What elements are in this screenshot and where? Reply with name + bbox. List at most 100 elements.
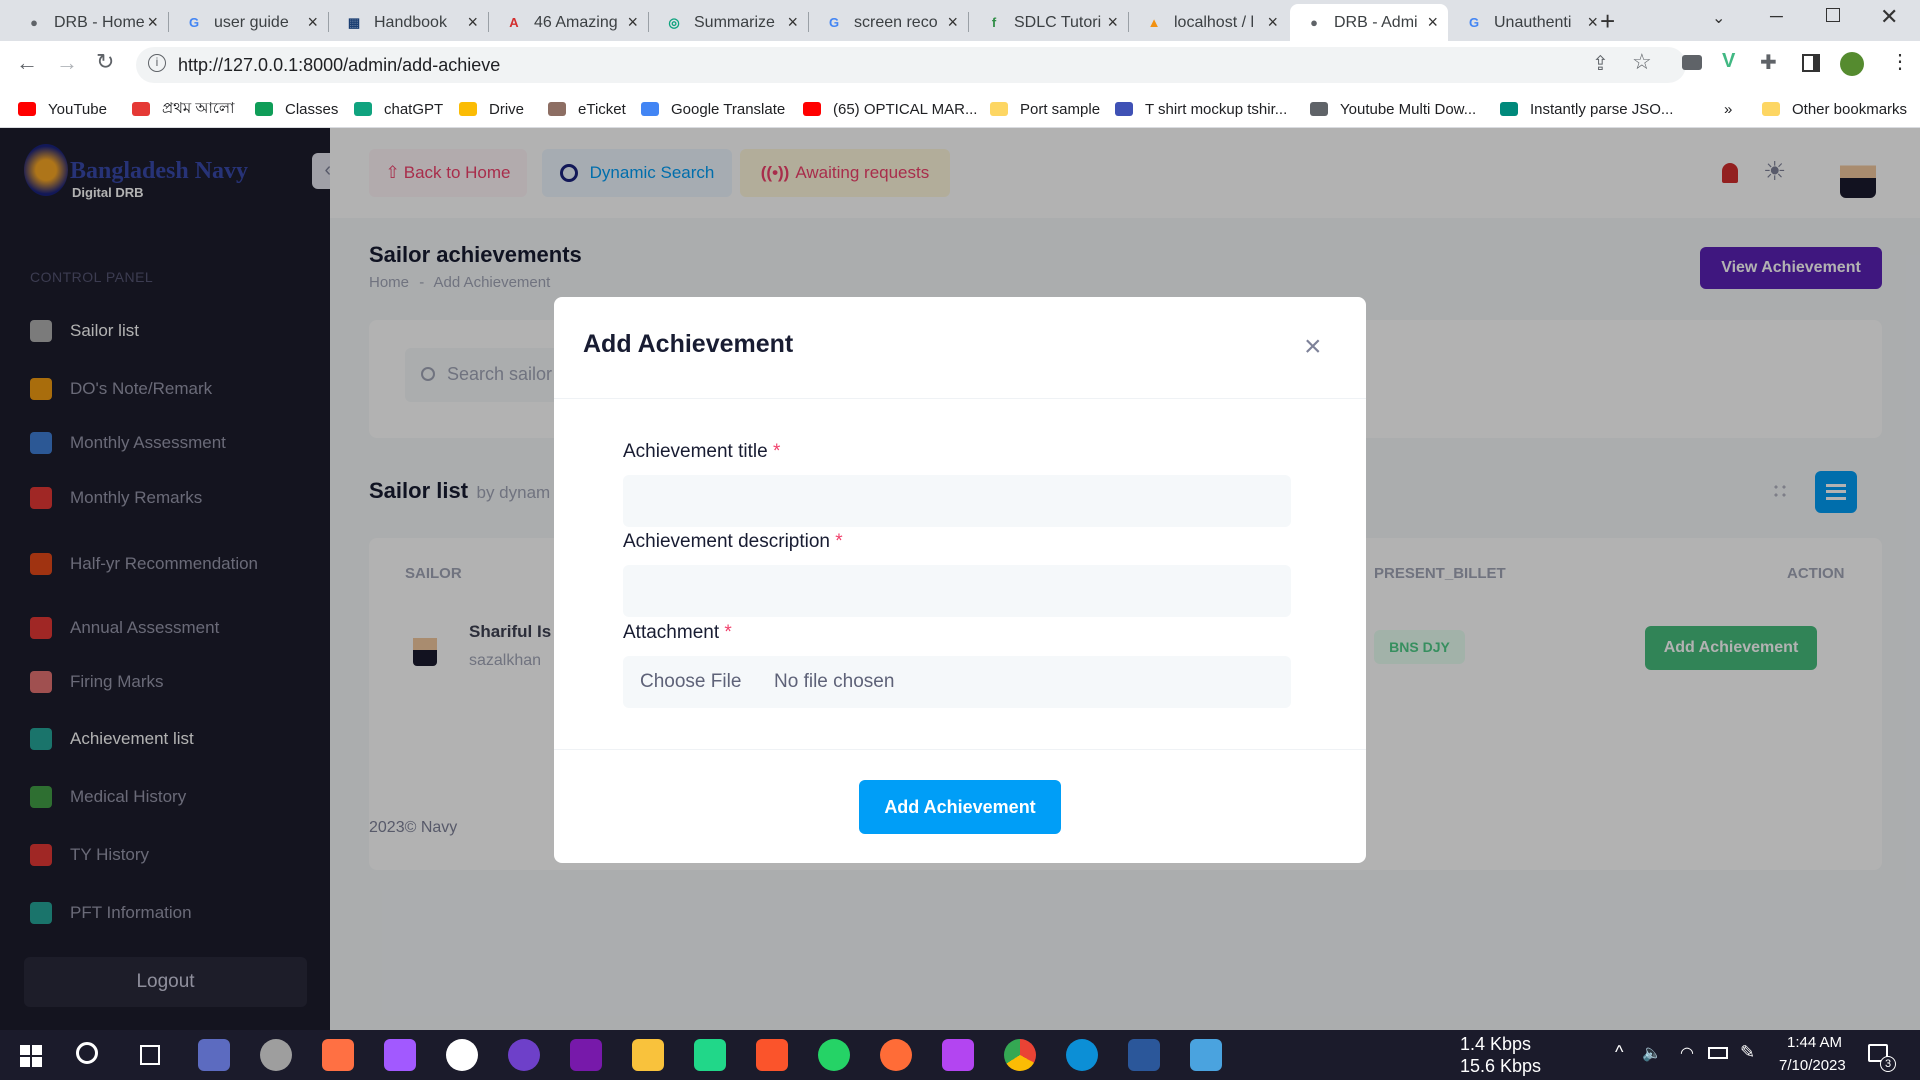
tab-search-icon[interactable]: ⌄	[1712, 8, 1725, 28]
tab-close-icon[interactable]: ×	[1107, 12, 1118, 33]
postman-icon[interactable]	[880, 1039, 912, 1071]
bookmark-star-icon[interactable]: ☆	[1632, 49, 1652, 75]
tab-close-icon[interactable]: ×	[627, 12, 638, 33]
extensions-puzzle-icon[interactable]: ✚	[1760, 50, 1777, 75]
submit-add-achievement-button[interactable]: Add Achievement	[859, 780, 1061, 834]
achievement-title-input[interactable]	[623, 475, 1291, 527]
bookmark-item[interactable]: T shirt mockup tshir...	[1115, 90, 1287, 128]
browser-tab[interactable]: f SDLC Tutori ×	[970, 4, 1128, 41]
other-bookmarks-folder[interactable]: Other bookmarks	[1762, 90, 1907, 128]
bookmark-favicon-icon	[354, 102, 372, 116]
side-panel-icon[interactable]	[1802, 54, 1820, 72]
bookmark-item[interactable]: Port sample	[990, 90, 1100, 128]
chrome-icon[interactable]	[1004, 1039, 1036, 1071]
share-icon[interactable]: ⇪	[1592, 51, 1609, 76]
pycharm-icon[interactable]	[694, 1039, 726, 1071]
tab-close-icon[interactable]: ×	[467, 12, 478, 33]
bookmark-favicon-icon	[641, 102, 659, 116]
tray-chevron-icon[interactable]: ^	[1615, 1042, 1623, 1063]
bookmark-item[interactable]: chatGPT	[354, 90, 443, 128]
modal-footer-divider	[554, 749, 1366, 750]
tab-close-icon[interactable]: ×	[1587, 12, 1598, 33]
task-view-icon[interactable]	[140, 1045, 160, 1065]
bookmark-favicon-icon	[18, 102, 36, 116]
phpstorm-icon[interactable]	[942, 1039, 974, 1071]
photos-icon[interactable]	[1190, 1039, 1222, 1071]
bookmark-item[interactable]: Instantly parse JSO...	[1500, 90, 1673, 128]
taskbar-app-icon[interactable]	[322, 1039, 354, 1071]
profile-avatar[interactable]	[1840, 52, 1864, 76]
tab-close-icon[interactable]: ×	[787, 12, 798, 33]
volume-icon[interactable]: 🔈	[1642, 1043, 1662, 1063]
browser-tab[interactable]: ▦ Handbook ×	[330, 4, 488, 41]
forward-arrow-icon[interactable]: →	[56, 50, 78, 76]
battery-icon[interactable]	[1708, 1047, 1728, 1059]
minimize-icon[interactable]: ─	[1770, 6, 1783, 27]
browser-menu-icon[interactable]: ⋮	[1890, 49, 1910, 74]
tab-close-icon[interactable]: ×	[947, 12, 958, 33]
tab-close-icon[interactable]: ×	[1427, 12, 1438, 33]
figma-icon[interactable]	[384, 1039, 416, 1071]
clock-time[interactable]: 1:44 AM	[1787, 1034, 1842, 1051]
bookmark-label: Youtube Multi Dow...	[1340, 100, 1477, 118]
site-info-icon[interactable]: i	[148, 54, 166, 72]
tab-separator	[488, 12, 489, 32]
onenote-icon[interactable]	[570, 1039, 602, 1071]
bookmark-item[interactable]: Youtube Multi Dow...	[1310, 90, 1476, 128]
reload-icon[interactable]: ↻	[96, 49, 114, 75]
wifi-icon[interactable]: ◠	[1680, 1043, 1694, 1063]
bookmark-item[interactable]: YouTube	[18, 90, 107, 128]
restore-icon[interactable]	[1826, 8, 1840, 22]
browser-tab[interactable]: A 46 Amazing ×	[490, 4, 648, 41]
close-window-icon[interactable]: ✕	[1880, 4, 1898, 30]
browser-tab[interactable]: ● DRB - Admi ×	[1290, 4, 1448, 41]
add-achievement-modal: Add Achievement × Achievement title * Ac…	[554, 297, 1366, 863]
url-omnibox[interactable]: i http://127.0.0.1:8000/admin/add-achiev…	[136, 47, 1686, 83]
taskbar-app-icon[interactable]	[260, 1039, 292, 1071]
attachment-file-input[interactable]: Choose File No file chosen	[623, 656, 1291, 708]
vue-extension-icon[interactable]: V	[1722, 50, 1735, 73]
bookmark-item[interactable]: প্রথম আলো	[132, 90, 234, 128]
tab-separator	[328, 12, 329, 32]
bookmark-item[interactable]: eTicket	[548, 90, 626, 128]
browser-tab[interactable]: ● DRB - Home ×	[10, 4, 168, 41]
file-explorer-icon[interactable]	[632, 1039, 664, 1071]
tab-favicon-icon: A	[509, 15, 519, 30]
bookmark-item[interactable]: Google Translate	[641, 90, 785, 128]
camera-extension-icon[interactable]	[1682, 55, 1702, 70]
bookmark-item[interactable]: Drive	[459, 90, 524, 128]
browser-tab[interactable]: Gscreen reco ×	[810, 4, 968, 41]
taskbar-app-icon[interactable]	[446, 1039, 478, 1071]
more-bookmarks-button[interactable]: »	[1724, 90, 1732, 128]
search-taskbar-icon[interactable]	[76, 1042, 98, 1064]
brave-icon[interactable]	[756, 1039, 788, 1071]
clock-date[interactable]: 7/10/2023	[1779, 1057, 1846, 1074]
back-arrow-icon[interactable]: ←	[16, 50, 38, 76]
bookmark-item[interactable]: Classes	[255, 90, 338, 128]
whatsapp-icon[interactable]	[818, 1039, 850, 1071]
tab-title: Summarize	[694, 13, 775, 31]
achievement-description-input[interactable]	[623, 565, 1291, 617]
browser-tab[interactable]: ◎ Summarize ×	[650, 4, 808, 41]
tab-close-icon[interactable]: ×	[307, 12, 318, 33]
tab-favicon-icon: f	[991, 15, 997, 30]
bookmark-favicon-icon	[1500, 102, 1518, 116]
browser-tab[interactable]: G Unauthenti ×	[1450, 4, 1608, 41]
edge-icon[interactable]	[1066, 1039, 1098, 1071]
new-tab-button[interactable]: +	[1600, 6, 1615, 37]
browser-tab[interactable]: ▲ localhost / l ×	[1130, 4, 1288, 41]
tab-close-icon[interactable]: ×	[147, 12, 158, 33]
modal-close-icon[interactable]: ×	[1304, 330, 1322, 364]
browser-tab[interactable]: Guser guide ×	[170, 4, 328, 41]
windows-start-icon[interactable]	[20, 1045, 42, 1067]
tab-close-icon[interactable]: ×	[1267, 12, 1278, 33]
taskbar-app-icon[interactable]	[198, 1039, 230, 1071]
bookmark-favicon-icon	[1310, 102, 1328, 116]
bookmark-item[interactable]: (65) OPTICAL MAR...	[803, 90, 977, 128]
github-icon[interactable]	[508, 1039, 540, 1071]
pen-icon[interactable]: ✎	[1740, 1042, 1755, 1063]
word-icon[interactable]	[1128, 1039, 1160, 1071]
achievement-title-text: Achievement title	[623, 441, 768, 462]
bookmark-label: Port sample	[1020, 100, 1101, 118]
choose-file-button[interactable]: Choose File	[640, 671, 741, 693]
